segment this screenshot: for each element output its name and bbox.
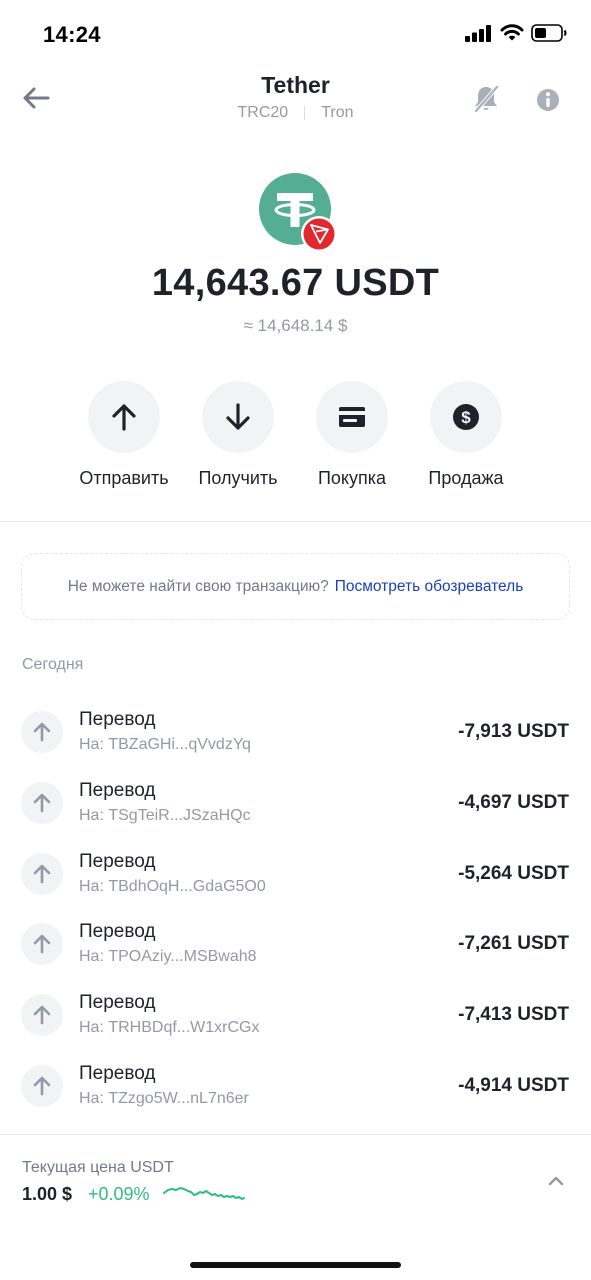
tx-address: На: TBZaGHi...qVvdzYq — [79, 736, 251, 753]
send-button[interactable]: Отправить — [64, 381, 184, 489]
tx-amount: -7,913 USDT — [458, 721, 569, 742]
tx-title: Перевод — [79, 850, 156, 872]
transaction-list: Перевод На: TBZaGHi...qVvdzYq -7,913 USD… — [0, 696, 591, 1121]
balance-fiat: ≈ 14,648.14 $ — [243, 316, 348, 335]
home-indicator[interactable] — [190, 1262, 401, 1268]
receive-button[interactable]: Получить — [178, 381, 298, 489]
card-icon — [339, 407, 365, 427]
transaction-row[interactable]: Перевод На: TSgTeiR...JSzaHQc -4,697 USD… — [0, 767, 591, 838]
expand-price-button[interactable] — [546, 1173, 566, 1189]
arrow-up-icon — [33, 722, 51, 742]
tx-icon — [21, 711, 63, 753]
tx-amount: -4,914 USDT — [458, 1074, 569, 1096]
transaction-row[interactable]: Перевод На: TRHBDqf...W1xrCGx -7,413 USD… — [0, 979, 591, 1050]
tx-icon — [21, 1064, 63, 1107]
status-icons — [465, 24, 567, 42]
send-circle — [88, 381, 160, 453]
page-title: Tether — [261, 72, 330, 98]
transaction-row[interactable]: Перевод На: TBZaGHi...qVvdzYq -7,913 USD… — [0, 696, 591, 767]
info-icon — [537, 89, 559, 111]
tx-icon — [21, 852, 63, 895]
sell-label: Продажа — [428, 468, 504, 488]
status-bar: 14:24 — [0, 0, 591, 70]
tx-icon — [21, 923, 63, 966]
arrow-up-icon — [33, 1005, 51, 1025]
sell-circle: $ — [430, 381, 502, 453]
price-sparkline — [163, 1187, 245, 1200]
history-section-label: Сегодня — [22, 656, 84, 673]
dollar-coin-icon: $ — [453, 404, 479, 430]
receive-label: Получить — [198, 468, 278, 488]
token-logo — [259, 173, 339, 253]
price-label: Текущая цена USDT — [22, 1159, 174, 1176]
tx-amount: -5,264 USDT — [458, 862, 569, 884]
tx-icon — [21, 994, 63, 1037]
chevron-up-icon — [548, 1176, 564, 1186]
nav-header: Tether TRC20 Tron — [0, 70, 591, 130]
arrow-up-icon — [112, 404, 136, 431]
tx-icon — [21, 781, 63, 824]
info-button[interactable] — [534, 86, 562, 114]
price-panel[interactable]: Текущая цена USDT 1.00 $ +0.09% — [0, 1135, 591, 1280]
mute-notifications-button[interactable] — [472, 84, 500, 114]
price-change: +0.09% — [88, 1184, 150, 1204]
tx-title: Перевод — [79, 992, 156, 1014]
explorer-hint: Не можете найти свою транзакцию? Посмотр… — [21, 553, 570, 620]
tron-badge-icon — [301, 216, 337, 252]
tether-logo — [259, 173, 337, 252]
tx-address: На: TBdhOqH...GdaG5O0 — [79, 877, 266, 895]
battery-icon — [531, 24, 567, 42]
tx-amount: -7,413 USDT — [458, 1004, 569, 1026]
tx-title: Перевод — [79, 921, 156, 943]
tx-address: На: TSgTeiR...JSzaHQc — [79, 806, 251, 824]
transaction-row[interactable]: Перевод На: TBdhOqH...GdaG5O0 -5,264 USD… — [0, 838, 591, 909]
tx-amount: -4,697 USDT — [458, 791, 569, 813]
network-subtitle: TRC20 Tron — [0, 104, 591, 122]
tx-address: На: TRHBDqf...W1xrCGx — [79, 1019, 260, 1037]
buy-circle — [316, 381, 388, 453]
arrow-up-icon — [33, 935, 51, 954]
explorer-hint-text: Не можете найти свою транзакцию? — [67, 577, 329, 595]
transaction-row[interactable]: Перевод На: TZzgo5W...nL7n6er -4,914 USD… — [0, 1050, 591, 1121]
cellular-signal-icon — [465, 25, 491, 42]
action-bar: Отправить Получить Покупка $ Продажа — [64, 381, 528, 491]
send-label: Отправить — [79, 468, 169, 488]
tx-address: На: TPOAziy...MSBwah8 — [79, 948, 257, 966]
explorer-link[interactable]: Посмотреть обозреватель — [335, 578, 524, 596]
tx-title: Перевод — [79, 709, 156, 730]
chain-label: Tron — [321, 104, 354, 121]
transaction-row[interactable]: Перевод На: TPOAziy...MSBwah8 -7,261 USD… — [0, 908, 591, 979]
wifi-icon — [500, 24, 524, 41]
arrow-up-icon — [33, 793, 51, 813]
receive-circle — [202, 381, 274, 453]
subtitle-divider — [304, 106, 306, 120]
svg-text:$: $ — [461, 408, 471, 427]
price-value: 1.00 $ — [22, 1184, 73, 1204]
sell-button[interactable]: $ Продажа — [406, 381, 526, 489]
arrow-up-icon — [33, 864, 51, 883]
tx-amount: -7,261 USDT — [458, 933, 569, 955]
status-time: 14:24 — [43, 22, 101, 47]
buy-label: Покупка — [317, 468, 387, 488]
arrow-down-icon — [226, 403, 250, 430]
tx-address: На: TZzgo5W...nL7n6er — [79, 1089, 249, 1107]
buy-button[interactable]: Покупка — [292, 381, 412, 489]
tx-title: Перевод — [79, 1062, 156, 1084]
bell-off-icon — [474, 85, 499, 113]
section-divider — [0, 521, 591, 522]
arrow-up-icon — [33, 1076, 51, 1096]
network-label: TRC20 — [237, 104, 289, 121]
tx-title: Перевод — [79, 779, 156, 801]
balance-amount: 14,643.67 USDT — [151, 262, 440, 304]
